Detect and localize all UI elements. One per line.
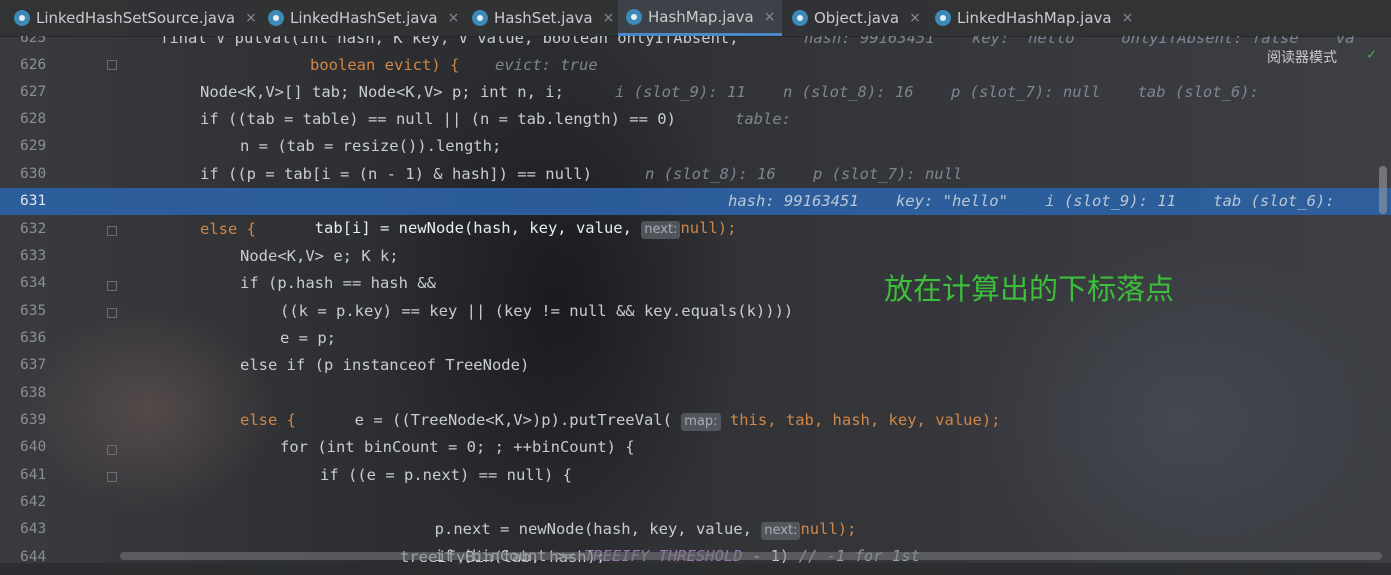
tab-label: LinkedHashSetSource.java: [36, 9, 236, 27]
close-icon[interactable]: ×: [909, 10, 921, 26]
java-class-icon: [14, 10, 30, 26]
code-text: if ((e = p.next) == null) {: [320, 466, 572, 484]
code-line[interactable]: 626 boolean evict) { evict: true: [0, 52, 1391, 79]
status-strip: [0, 563, 1391, 575]
code-line[interactable]: 639 else {: [0, 407, 1391, 434]
tab-label: LinkedHashMap.java: [957, 9, 1112, 27]
close-icon[interactable]: ×: [603, 10, 615, 26]
line-number: 629: [20, 138, 47, 154]
close-icon[interactable]: ×: [764, 9, 776, 25]
vertical-scrollbar[interactable]: [1379, 166, 1387, 214]
code-text: else if (p instanceof TreeNode): [240, 356, 530, 374]
fold-marker-icon[interactable]: [107, 308, 117, 318]
close-icon[interactable]: ×: [448, 10, 460, 26]
ide-window: LinkedHashSetSource.java × LinkedHashSet…: [0, 0, 1391, 575]
tab-hashset[interactable]: HashSet.java ×: [472, 0, 614, 36]
code-line[interactable]: 629 n = (tab = resize()).length;: [0, 133, 1391, 160]
line-number: 635: [20, 303, 47, 319]
code-text: for (int binCount = 0; ; ++binCount) {: [280, 438, 635, 456]
tab-label: LinkedHashSet.java: [290, 9, 438, 27]
code-line[interactable]: 637 else if (p instanceof TreeNode): [0, 352, 1391, 379]
java-class-icon: [626, 8, 642, 25]
code-line[interactable]: 630 if ((p = tab[i = (n - 1) & hash]) ==…: [0, 161, 1391, 188]
line-number: 626: [20, 57, 47, 73]
code-line[interactable]: 641 if ((e = p.next) == null) {: [0, 462, 1391, 489]
code-text: Node<K,V> e; K k;: [240, 247, 399, 265]
tab-hashmap[interactable]: HashMap.java ×: [618, 0, 782, 36]
fold-marker-icon[interactable]: [107, 472, 117, 482]
code-line[interactable]: 643 if (binCount >= TREEIFY_THRESHOLD - …: [0, 516, 1391, 565]
fold-marker-icon[interactable]: [107, 60, 117, 70]
code-text: Node<K,V>[] tab; Node<K,V> p; int n, i;: [200, 83, 564, 101]
line-number: 642: [20, 494, 47, 510]
editor-tab-bar: LinkedHashSetSource.java × LinkedHashSet…: [0, 0, 1391, 37]
java-class-icon: [935, 10, 951, 26]
debug-hint: hash: 99163451 key: "hello" i (slot_9): …: [728, 192, 1335, 210]
tab-linkedhashmap[interactable]: LinkedHashMap.java ×: [935, 0, 1135, 36]
line-number: 631: [20, 193, 47, 209]
code-line[interactable]: 633 Node<K,V> e; K k;: [0, 243, 1391, 270]
line-number: 640: [20, 439, 47, 455]
code-text: else {: [240, 411, 296, 429]
close-icon[interactable]: ×: [1122, 10, 1134, 26]
debug-hint: i (slot_9): 11 n (slot_8): 16 p (slot_7)…: [615, 83, 1259, 101]
line-number: 638: [20, 385, 47, 401]
line-number: 633: [20, 248, 47, 264]
code-text: if ((tab = table) == null || (n = tab.le…: [200, 110, 676, 128]
code-text: final V putVal(int hash, K key, V value,…: [160, 36, 739, 47]
fold-marker-icon[interactable]: [107, 226, 117, 236]
debug-hint: table:: [735, 110, 791, 128]
tab-label: HashSet.java: [494, 9, 593, 27]
line-number: 625: [20, 36, 47, 46]
tab-label: Object.java: [814, 9, 900, 27]
tab-linkedhashsetsource[interactable]: LinkedHashSetSource.java ×: [14, 0, 262, 36]
reader-mode-button[interactable]: 阅读器模式: [1267, 47, 1337, 67]
line-number: 636: [20, 330, 47, 346]
code-line[interactable]: 634 if (p.hash == hash &&: [0, 270, 1391, 297]
fold-marker-icon[interactable]: [107, 445, 117, 455]
line-number: 641: [20, 467, 47, 483]
code-text: n = (tab = resize()).length;: [240, 137, 502, 155]
code-line[interactable]: 642 p.next = newNode(hash, key, value, n…: [0, 489, 1391, 541]
line-number: 630: [20, 166, 47, 182]
line-number: 643: [20, 521, 47, 537]
code-line[interactable]: 625 final V putVal(int hash, K key, V va…: [0, 36, 1391, 52]
line-number: 627: [20, 84, 47, 100]
code-text: else {: [200, 220, 256, 238]
debug-hint: n (slot_8): 16 p (slot_7): null: [645, 165, 963, 183]
code-line[interactable]: 638 e = ((TreeNode<K,V>)p).putTreeVal( m…: [0, 380, 1391, 432]
code-text: if ((p = tab[i = (n - 1) & hash]) == nul…: [200, 165, 592, 183]
code-editor[interactable]: 625 final V putVal(int hash, K key, V va…: [0, 36, 1391, 575]
code-text: if (p.hash == hash &&: [240, 274, 436, 292]
line-number: 632: [20, 221, 47, 237]
fold-marker-icon[interactable]: [107, 281, 117, 291]
code-text: ((k = p.key) == key || (key != null && k…: [280, 302, 794, 320]
annotation-text: 放在计算出的下标落点: [884, 272, 1175, 306]
tab-object[interactable]: Object.java ×: [792, 0, 924, 36]
code-line[interactable]: 640 for (int binCount = 0; ; ++binCount)…: [0, 434, 1391, 461]
code-line[interactable]: 636 e = p;: [0, 325, 1391, 352]
line-number: 628: [20, 111, 47, 127]
java-class-icon: [268, 10, 284, 26]
code-line[interactable]: 635 ((k = p.key) == key || (key != null …: [0, 298, 1391, 325]
check-icon: ✓: [1367, 45, 1377, 63]
tab-label: HashMap.java: [648, 7, 754, 26]
debug-hint: evict: true: [495, 56, 598, 74]
horizontal-scrollbar[interactable]: [120, 552, 1382, 560]
code-line[interactable]: 627 Node<K,V>[] tab; Node<K,V> p; int n,…: [0, 79, 1391, 106]
code-text: boolean evict) {: [310, 56, 460, 74]
close-icon[interactable]: ×: [245, 10, 257, 26]
line-number: 634: [20, 275, 47, 291]
code-line[interactable]: 632 else {: [0, 216, 1391, 243]
code-line[interactable]: 628 if ((tab = table) == null || (n = ta…: [0, 106, 1391, 133]
tab-linkedhashset[interactable]: LinkedHashSet.java ×: [268, 0, 460, 36]
current-execution-line[interactable]: 631 tab[i] = newNode(hash, key, value, n…: [0, 188, 1391, 240]
line-number: 639: [20, 412, 47, 428]
code-text: e = p;: [280, 329, 336, 347]
java-class-icon: [792, 10, 808, 26]
line-number: 637: [20, 357, 47, 373]
java-class-icon: [472, 10, 488, 26]
